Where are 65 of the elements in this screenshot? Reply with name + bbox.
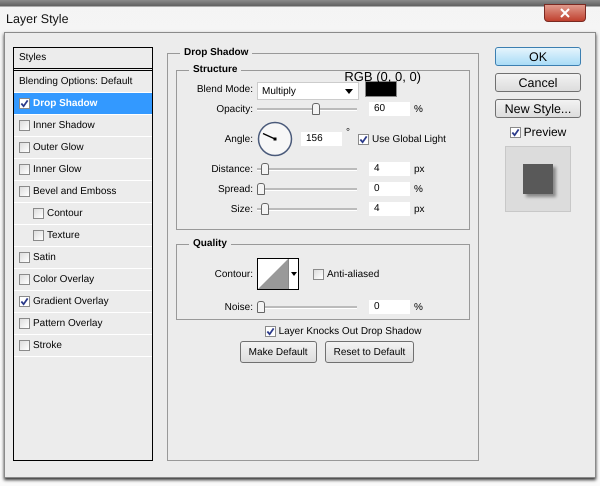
style-item[interactable]: Gradient Overlay [14, 291, 152, 313]
checkbox[interactable]: Preview [510, 125, 566, 139]
slider-thumb[interactable] [257, 300, 265, 312]
style-item[interactable]: Stroke [14, 335, 152, 357]
dialog-button[interactable]: New Style... [495, 99, 581, 118]
style-item[interactable]: Color Overlay [14, 269, 152, 291]
number-field[interactable]: 0 [369, 300, 410, 314]
style-item[interactable]: Pattern Overlay [14, 313, 152, 335]
style-item[interactable]: Inner Shadow [14, 115, 152, 137]
contour-curve-icon [258, 259, 288, 289]
group-title: Structure [189, 64, 242, 75]
unit-label: px [414, 204, 425, 214]
checkbox[interactable]: Anti-aliased [313, 268, 380, 280]
check-icon [20, 297, 29, 306]
angle-dial-icon[interactable] [257, 121, 293, 157]
dialog-button[interactable]: OK [495, 47, 581, 66]
unit-label: % [414, 104, 423, 114]
style-item[interactable]: Contour [14, 203, 152, 225]
check-icon [359, 134, 368, 144]
style-item[interactable]: Inner Glow [14, 159, 152, 181]
color-swatch[interactable] [365, 81, 397, 97]
style-item[interactable]: Outer Glow [14, 137, 152, 159]
preview-square [523, 164, 553, 194]
default-button[interactable]: Reset to Default [324, 341, 414, 363]
unit-label: px [414, 164, 425, 174]
check-icon [20, 99, 29, 108]
group-title: Quality [189, 238, 231, 249]
check-icon [266, 327, 275, 336]
slider-thumb[interactable] [260, 162, 269, 174]
styles-header[interactable]: Styles [14, 48, 152, 71]
field-label: Angle: [224, 134, 254, 144]
field-label: Spread: [216, 184, 254, 194]
blend-mode-dropdown[interactable]: Multiply [257, 82, 359, 100]
close-icon [560, 8, 570, 18]
field-label: Distance: [210, 164, 254, 174]
caret-icon [345, 88, 353, 94]
contour-picker[interactable] [257, 258, 299, 290]
field-label: Noise: [224, 302, 254, 312]
number-field[interactable]: 4 [369, 162, 410, 176]
field-label: Opacity: [215, 104, 254, 114]
unit-label: % [414, 184, 423, 194]
slider-thumb[interactable] [257, 182, 265, 194]
style-item[interactable]: Bevel and Emboss [14, 181, 152, 203]
field-label: Contour: [214, 268, 254, 280]
default-button[interactable]: Make Default [240, 341, 317, 363]
window-title: Layer Style [6, 12, 69, 26]
slider-thumb[interactable] [312, 102, 320, 114]
number-field[interactable]: 156 [301, 132, 342, 146]
caret-icon [290, 272, 296, 276]
field-label: Size: [230, 204, 254, 214]
close-button[interactable] [544, 4, 586, 22]
number-field[interactable]: 0 [369, 182, 410, 196]
number-field[interactable]: 4 [369, 202, 410, 216]
checkbox[interactable]: Layer Knocks Out Drop Shadow [264, 326, 422, 337]
dialog-button[interactable]: Cancel [495, 73, 581, 92]
checkbox[interactable]: Use Global Light [358, 134, 446, 144]
style-item[interactable]: Satin [14, 247, 152, 269]
section-title: Drop Shadow [180, 47, 252, 58]
check-icon [510, 128, 520, 136]
number-field[interactable]: 60 [369, 102, 410, 116]
unit-label: ° [346, 127, 350, 138]
slider-thumb[interactable] [260, 202, 269, 214]
style-item[interactable]: Texture [14, 225, 152, 247]
unit-label: % [414, 302, 423, 312]
field-label: Blend Mode: [196, 84, 254, 94]
